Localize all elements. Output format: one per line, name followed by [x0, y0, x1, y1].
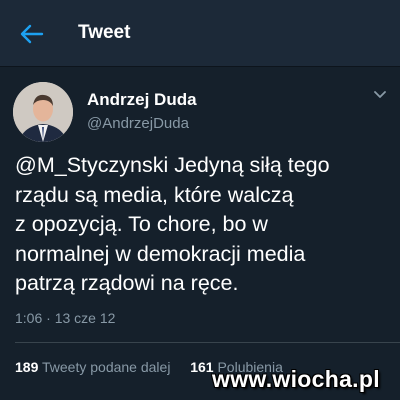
- stats-divider: [15, 342, 400, 343]
- top-bar: Tweet: [0, 0, 400, 66]
- tweet-text-line: @M_Styczynski Jedyną siłą tego: [15, 153, 330, 177]
- tweet-timestamp: 1:06 · 13 cze 12: [15, 310, 116, 326]
- tweet-text-line: normalnej w demokracji media: [15, 241, 306, 266]
- tweet-text-line: z opozycją. To chore, bo w: [15, 212, 268, 236]
- author-handle[interactable]: @AndrzejDuda: [87, 115, 189, 132]
- retweets-count[interactable]: 189: [15, 359, 38, 375]
- page-title: Tweet: [78, 22, 131, 43]
- watermark: www.wiocha.pl: [212, 366, 380, 392]
- tweet-text-line: patrzą rządowi na ręce.: [15, 271, 239, 295]
- chevron-down-icon[interactable]: [373, 90, 387, 100]
- author-name[interactable]: Andrzej Duda: [87, 90, 197, 110]
- avatar-portrait-icon: [13, 82, 73, 142]
- tweet-text-line: rządu są media, które walczą: [15, 182, 294, 207]
- retweets-label[interactable]: Tweety podane dalej: [42, 359, 170, 375]
- back-arrow-icon[interactable]: [20, 24, 44, 44]
- likes-count[interactable]: 161: [190, 359, 213, 375]
- header-divider: [0, 66, 400, 67]
- avatar[interactable]: [13, 82, 73, 142]
- tweet-text: @M_Styczynski Jedyną siłą tego rządu są …: [15, 151, 390, 299]
